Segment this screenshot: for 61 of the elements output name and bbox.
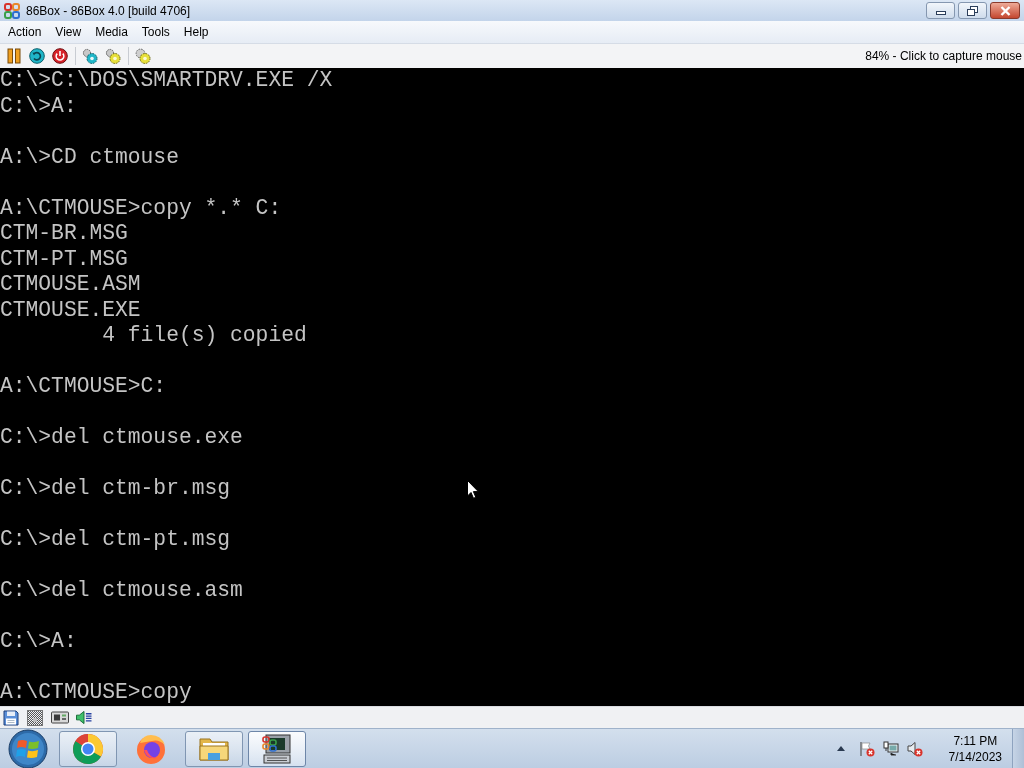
console-line: CTM-BR.MSG xyxy=(0,221,128,245)
console-line: C:\>C:\DOS\SMARTDRV.EXE /X xyxy=(0,68,333,92)
app-logo-icon xyxy=(4,2,20,19)
speaker-icon xyxy=(75,710,93,725)
menu-item[interactable]: Media xyxy=(88,22,135,42)
menu-item[interactable]: Help xyxy=(176,22,216,42)
menu-item[interactable]: Tools xyxy=(134,22,177,42)
pause-button[interactable] xyxy=(4,46,24,66)
reset-button[interactable] xyxy=(27,46,47,66)
caret-up-icon[interactable] xyxy=(836,746,845,751)
close-button[interactable] xyxy=(990,2,1020,19)
network-icon[interactable] xyxy=(882,740,899,757)
gears-icon xyxy=(105,48,121,64)
minimize-icon xyxy=(935,11,946,15)
console-line: C:\>del ctmouse.asm xyxy=(0,578,243,602)
menu-item[interactable]: Action xyxy=(1,22,49,42)
console-line: C:\>A: xyxy=(0,93,77,118)
console-line: CTM-PT.MSG xyxy=(0,246,128,271)
restore-icon xyxy=(967,5,978,16)
console-line: CTMOUSE.EXE xyxy=(0,297,141,322)
ctrl-alt-esc-button[interactable] xyxy=(103,46,123,66)
console-line: A:\>CD ctmouse xyxy=(0,144,179,169)
round-browser-icon xyxy=(72,732,104,765)
network-card-button[interactable] xyxy=(50,708,70,727)
window-title: 86Box - 86Box 4.0 [build 4706] xyxy=(26,3,191,18)
minimize-button[interactable] xyxy=(926,2,955,19)
start-button[interactable] xyxy=(8,728,48,768)
gears-icon xyxy=(82,48,98,64)
clock-time: 7:11 PM xyxy=(953,732,998,749)
restore-button[interactable] xyxy=(958,2,987,19)
settings-icon xyxy=(135,48,151,64)
reset-icon xyxy=(29,48,45,64)
floppy-drive-button[interactable] xyxy=(2,708,20,727)
pause-icon xyxy=(6,48,22,64)
close-icon xyxy=(999,5,1011,16)
power-icon xyxy=(52,48,68,64)
console-line: A:\CTMOUSE>copy *.* C: xyxy=(0,195,282,220)
console-line: A:\CTMOUSE>C: xyxy=(0,374,167,398)
menu-item[interactable]: View xyxy=(48,22,89,42)
ctrl-alt-del-button[interactable] xyxy=(80,46,100,66)
settings-button[interactable] xyxy=(133,46,153,66)
flag-icon[interactable] xyxy=(858,740,875,757)
clock-date: 7/14/2023 xyxy=(948,748,1002,765)
capture-status-text: 84% - Click to capture mouse xyxy=(865,49,1023,63)
taskbar-button[interactable] xyxy=(248,730,306,767)
console-line: C:\>A: xyxy=(0,629,77,653)
mouse-pointer-icon xyxy=(467,480,479,499)
power-button[interactable] xyxy=(50,46,70,66)
fox-browser-icon xyxy=(135,732,167,765)
console-line: 4 file(s) copied xyxy=(102,323,307,347)
console-line: A:\CTMOUSE>copy xyxy=(0,680,192,704)
sound-button[interactable] xyxy=(74,708,94,727)
network-card-icon xyxy=(51,710,69,725)
console-line: C:\>del ctm-pt.msg xyxy=(0,527,231,551)
console-line: CTMOUSE.ASM xyxy=(0,272,141,296)
disk-drive-button[interactable] xyxy=(26,708,44,727)
dotted-square-icon xyxy=(27,709,43,726)
console-line: C:\>del ctmouse.exe xyxy=(0,425,243,449)
speaker-icon[interactable] xyxy=(906,740,923,757)
computer-icon xyxy=(261,732,293,765)
console-line: C:\>del ctm-br.msg xyxy=(0,476,231,500)
